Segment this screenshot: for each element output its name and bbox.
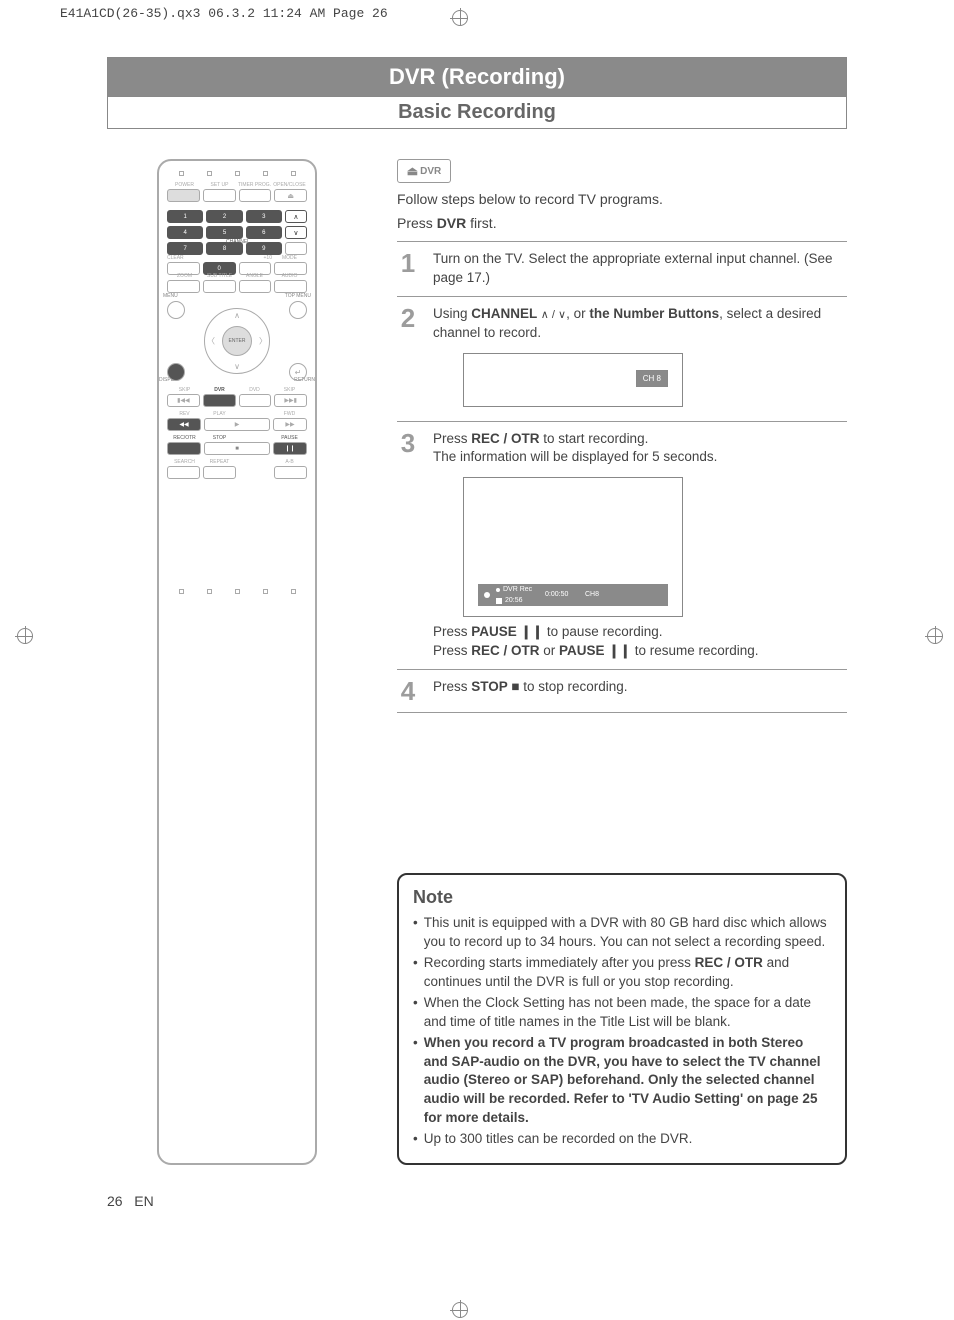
step-1: 1 Turn on the TV. Select the appropriate… bbox=[397, 242, 847, 297]
section-title: DVR (Recording) bbox=[107, 57, 847, 97]
screen-preview-recording: DVR Rec 20:56 0:00:50 CH8 bbox=[463, 477, 683, 617]
note-title: Note bbox=[413, 885, 831, 910]
intro-line-2: Press DVR first. bbox=[397, 215, 847, 231]
note-box: Note •This unit is equipped with a DVR w… bbox=[397, 873, 847, 1165]
dvr-logo: ⏏DVR bbox=[397, 159, 451, 183]
remote-illustration: POWER SET UP TIMER PROG. OPEN/CLOSE ⏏ 1 … bbox=[157, 159, 317, 1165]
recording-info-bar: DVR Rec 20:56 0:00:50 CH8 bbox=[478, 584, 668, 606]
step-2: 2 Using CHANNEL ∧ / ∨, or the Number But… bbox=[397, 297, 847, 422]
page-footer: 26 EN bbox=[107, 1193, 847, 1209]
intro-line-1: Follow steps below to record TV programs… bbox=[397, 191, 847, 207]
print-header: E41A1CD(26-35).qx3 06.3.2 11:24 AM Page … bbox=[0, 0, 954, 27]
step-3: 3 Press REC / OTR to start recording. Th… bbox=[397, 422, 847, 671]
screen-preview-channel: CH 8 bbox=[463, 353, 683, 407]
channel-badge: CH 8 bbox=[636, 370, 668, 387]
step-4: 4 Press STOP ■ to stop recording. bbox=[397, 670, 847, 713]
subsection-title: Basic Recording bbox=[107, 97, 847, 129]
